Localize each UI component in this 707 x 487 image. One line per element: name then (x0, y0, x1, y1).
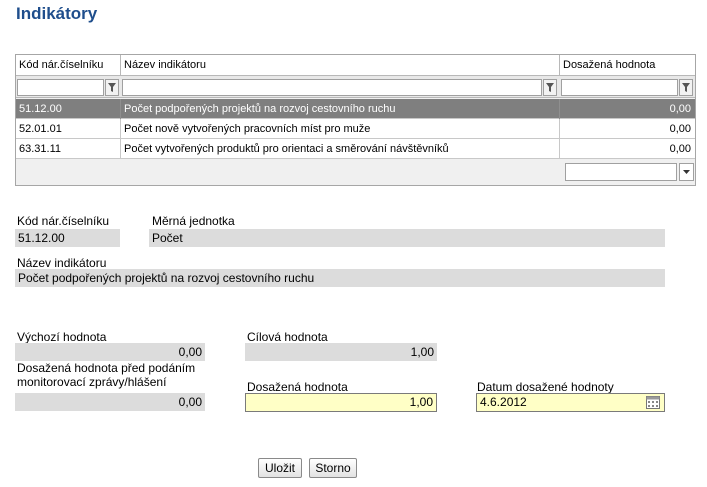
calendar-icon[interactable] (646, 396, 660, 409)
code-label: Kód nár.číselníku (17, 214, 110, 228)
before-report-label-line1: Dosažená hodnota před podáním (17, 361, 196, 375)
table-row[interactable]: 63.31.11 Počet vytvořených produktů pro … (16, 139, 695, 159)
before-report-value: 0,00 (15, 393, 205, 411)
target-value: 1,00 (245, 343, 437, 361)
indicator-name-value: Počet podpořených projektů na rozvoj ces… (15, 269, 665, 287)
filter-input-code[interactable] (17, 79, 104, 96)
pager-select[interactable] (565, 163, 677, 181)
filter-cell-value (560, 76, 695, 98)
code-value: 51.12.00 (15, 229, 120, 247)
cancel-button[interactable]: Storno (309, 458, 357, 478)
filter-input-value[interactable] (561, 79, 678, 96)
indicators-grid: Kód nár.číselníku Název indikátoru Dosaž… (15, 54, 696, 186)
row-name: Počet nově vytvořených pracovních míst p… (121, 119, 560, 139)
filter-cell-name (121, 76, 560, 98)
table-row[interactable]: 51.12.00 Počet podpořených projektů na r… (16, 99, 695, 119)
filter-input-name[interactable] (122, 79, 542, 96)
indicator-name-label: Název indikátoru (17, 256, 107, 270)
date-label: Datum dosažené hodnoty (477, 380, 614, 394)
date-input[interactable]: 4.6.2012 (476, 393, 665, 412)
row-name: Počet vytvořených produktů pro orientaci… (121, 139, 560, 159)
column-header-code[interactable]: Kód nár.číselníku (16, 55, 121, 76)
filter-cell-code (16, 76, 121, 98)
initial-value: 0,00 (15, 343, 205, 361)
save-button[interactable]: Uložit (258, 458, 302, 478)
row-code: 63.31.11 (16, 139, 121, 159)
row-code: 51.12.00 (16, 99, 121, 119)
unit-label: Měrná jednotka (152, 214, 235, 228)
column-header-name[interactable]: Název indikátoru (121, 55, 560, 76)
chevron-down-icon[interactable] (679, 163, 694, 181)
achieved-value-label: Dosažená hodnota (247, 380, 348, 394)
page-title: Indikátory (16, 4, 98, 23)
target-value-label: Cílová hodnota (247, 330, 328, 344)
achieved-value-input[interactable]: 1,00 (245, 393, 437, 412)
row-code: 52.01.01 (16, 119, 121, 139)
initial-value-label: Výchozí hodnota (17, 330, 107, 344)
row-value: 0,00 (669, 143, 691, 155)
row-value: 0,00 (669, 123, 691, 135)
table-row[interactable]: 52.01.01 Počet nově vytvořených pracovní… (16, 119, 695, 139)
funnel-icon[interactable] (105, 79, 119, 96)
row-name: Počet podpořených projektů na rozvoj ces… (121, 99, 560, 119)
before-report-label-line2: monitorovací zprávy/hlášení (17, 375, 167, 389)
before-report-label: Dosažená hodnota před podáním monitorova… (17, 361, 195, 389)
row-value: 0,00 (669, 103, 691, 115)
column-header-value[interactable]: Dosažená hodnota (560, 55, 695, 76)
funnel-icon[interactable] (679, 79, 693, 96)
unit-value: Počet (149, 229, 665, 247)
funnel-icon[interactable] (543, 79, 557, 96)
